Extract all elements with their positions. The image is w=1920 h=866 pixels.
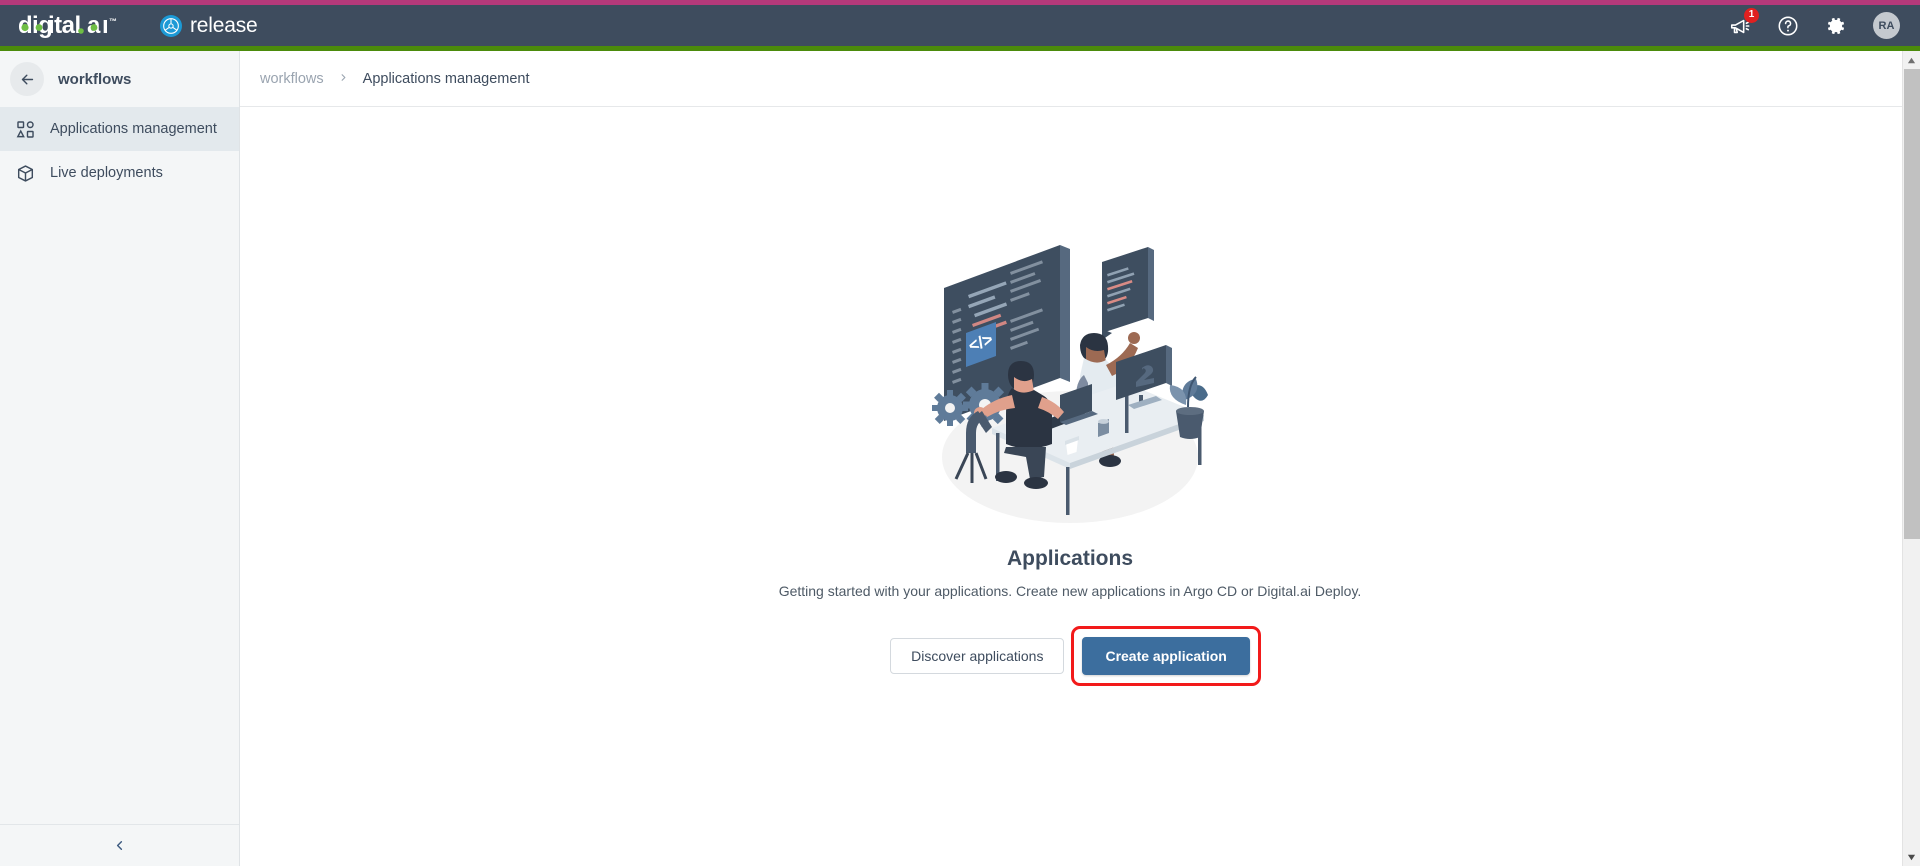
- scrollbar-thumb[interactable]: [1904, 69, 1920, 539]
- scrollbar-track[interactable]: [1903, 69, 1920, 848]
- announcements-icon[interactable]: 1: [1729, 7, 1759, 37]
- empty-state-panel: </> Applications Getting started with yo…: [240, 107, 1920, 866]
- help-icon[interactable]: [1777, 15, 1799, 37]
- svg-text:™: ™: [109, 17, 116, 26]
- package-icon: [14, 164, 36, 183]
- scroll-up-button[interactable]: [1903, 51, 1920, 69]
- vertical-scrollbar[interactable]: [1902, 51, 1920, 866]
- create-application-button[interactable]: Create application: [1082, 637, 1250, 675]
- release-glyph: [163, 17, 179, 34]
- developers-at-desk-illustration: </>: [932, 245, 1208, 523]
- shapes-glyph: [16, 120, 34, 138]
- arrow-left-icon: [21, 74, 33, 84]
- discover-applications-button[interactable]: Discover applications: [890, 638, 1065, 674]
- user-avatar[interactable]: RA: [1873, 12, 1900, 39]
- release-icon: [160, 14, 182, 37]
- svg-text:ital: ital: [48, 13, 81, 39]
- sidebar-item-label: Live deployments: [50, 165, 163, 181]
- scroll-down-icon: [1907, 854, 1916, 860]
- settings-icon[interactable]: [1825, 15, 1847, 37]
- release-label: release: [190, 13, 258, 37]
- page-subtitle: Getting started with your applications. …: [778, 583, 1362, 599]
- digitalai-wordmark: d ig ital a ı ™: [18, 13, 148, 39]
- scroll-down-button[interactable]: [1903, 848, 1920, 866]
- sidebar-item-applications-management[interactable]: Applications management: [0, 107, 239, 151]
- chevron-left-icon: [116, 841, 123, 850]
- sidebar-title: workflows: [58, 70, 132, 88]
- app-header: d ig ital a ı ™ release: [0, 5, 1920, 46]
- brand-logo[interactable]: d ig ital a ı ™ release: [18, 13, 258, 39]
- sidebar-item-label: Applications management: [50, 121, 217, 137]
- sidebar-header: workflows: [0, 51, 239, 107]
- svg-text:ı: ı: [102, 13, 108, 39]
- sidebar: workflows Applications management Live d…: [0, 51, 240, 866]
- breadcrumb-parent[interactable]: workflows: [260, 71, 324, 87]
- sidebar-item-live-deployments[interactable]: Live deployments: [0, 151, 239, 195]
- scroll-up-icon: [1907, 57, 1916, 63]
- header-icon-group: 1 RA: [1729, 7, 1900, 39]
- shapes-icon: [14, 120, 36, 139]
- gear-glyph: [1828, 17, 1844, 34]
- package-glyph: [17, 164, 33, 182]
- release-product-lockup: release: [160, 13, 258, 38]
- chevron-right-icon: [341, 74, 346, 81]
- sidebar-collapse-button[interactable]: [0, 824, 239, 866]
- breadcrumb: workflows Applications management: [240, 51, 1920, 107]
- page-layout: workflows Applications management Live d…: [0, 51, 1920, 866]
- page-title: Applications: [1006, 547, 1133, 570]
- question-circle-glyph: [1778, 16, 1798, 35]
- back-button[interactable]: [10, 62, 44, 96]
- breadcrumb-current: Applications management: [362, 70, 530, 87]
- empty-state-actions: Discover applications Create application: [890, 626, 1261, 686]
- announcements-badge: 1: [1744, 7, 1759, 23]
- create-application-wrapper: Create application: [1071, 626, 1261, 686]
- main-content: workflows Applications management </> Ap…: [240, 51, 1920, 866]
- breadcrumb-separator: [338, 71, 349, 86]
- digitalai-logo-svg: d ig ital a ı ™: [18, 13, 117, 39]
